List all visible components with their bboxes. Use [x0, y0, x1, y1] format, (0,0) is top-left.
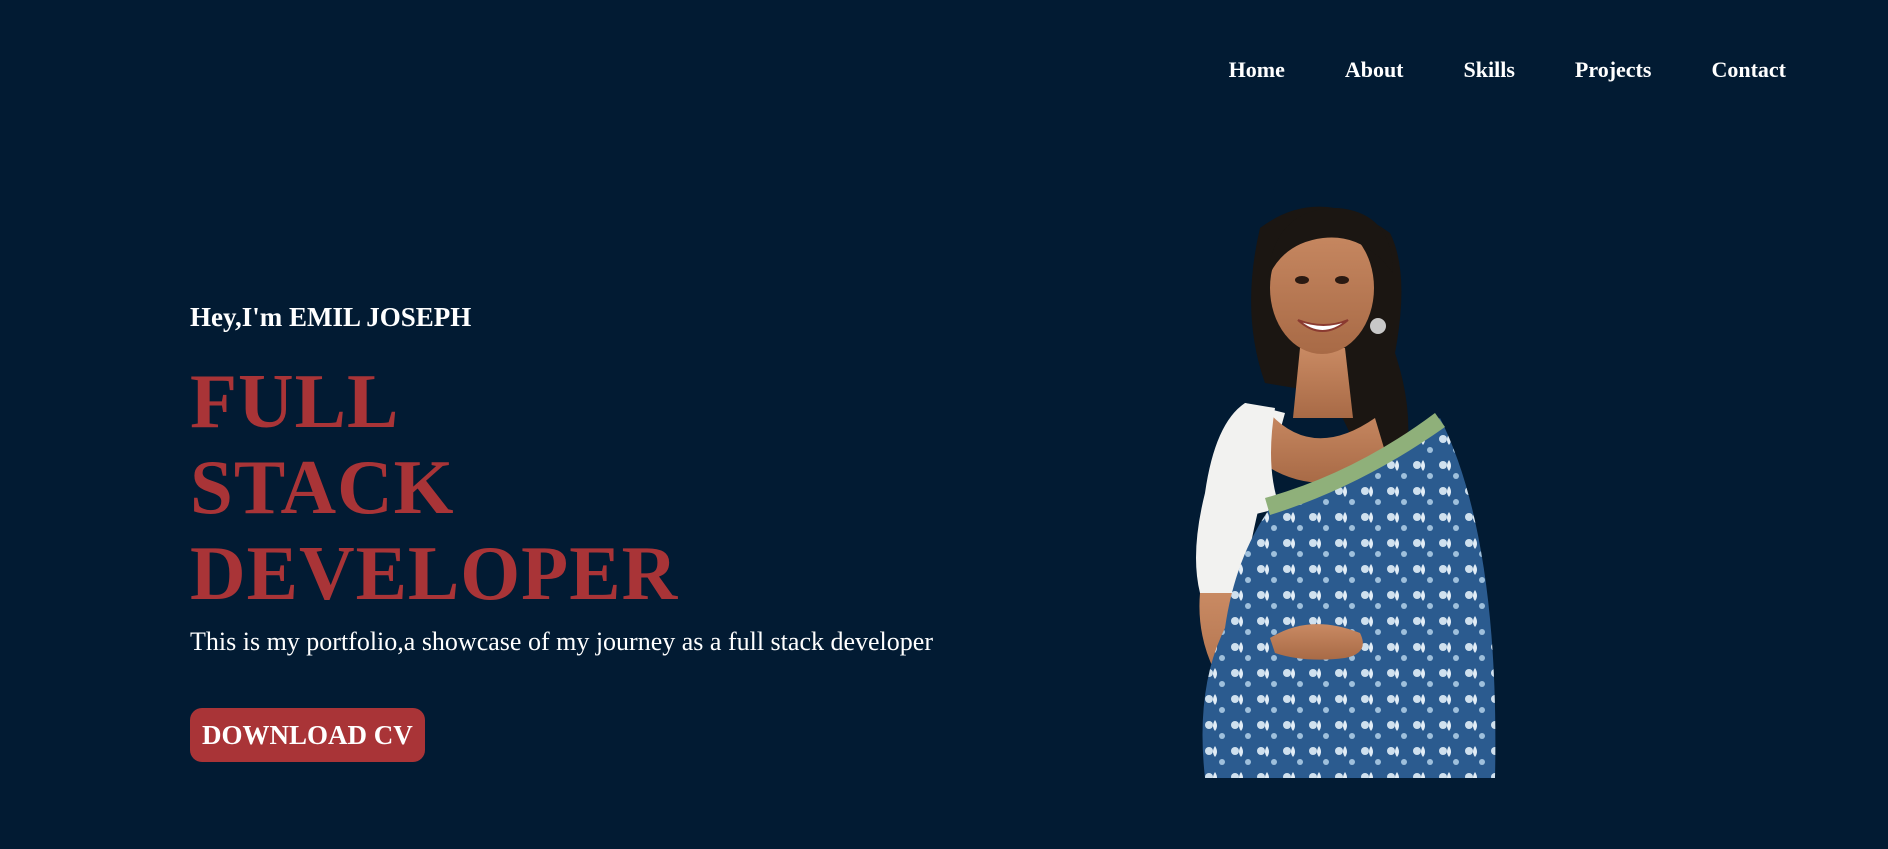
hero-tagline: This is my portfolio,a showcase of my jo…	[190, 627, 933, 656]
nav-home-link[interactable]: Home	[1229, 56, 1285, 84]
role-line: STACK	[190, 444, 455, 530]
top-navigation: Home About Skills Projects Contact	[1229, 56, 1786, 84]
hero-role-title: FULL STACK DEVELOPER	[190, 358, 933, 616]
portfolio-page: Home About Skills Projects Contact Hey,I…	[0, 0, 1888, 849]
nav-skills-link[interactable]: Skills	[1464, 56, 1515, 84]
profile-photo	[1196, 206, 1496, 778]
role-line: FULL	[190, 358, 400, 444]
role-line: DEVELOPER	[190, 530, 679, 616]
hero-section: Hey,I'm EMIL JOSEPH FULL STACK DEVELOPER…	[190, 300, 933, 762]
hero-greeting: Hey,I'm EMIL JOSEPH	[190, 302, 472, 332]
nav-contact-link[interactable]: Contact	[1711, 56, 1786, 84]
nav-projects-link[interactable]: Projects	[1575, 56, 1652, 84]
nav-about-link[interactable]: About	[1345, 56, 1404, 84]
download-cv-button[interactable]: DOWNLOAD CV	[190, 708, 425, 762]
